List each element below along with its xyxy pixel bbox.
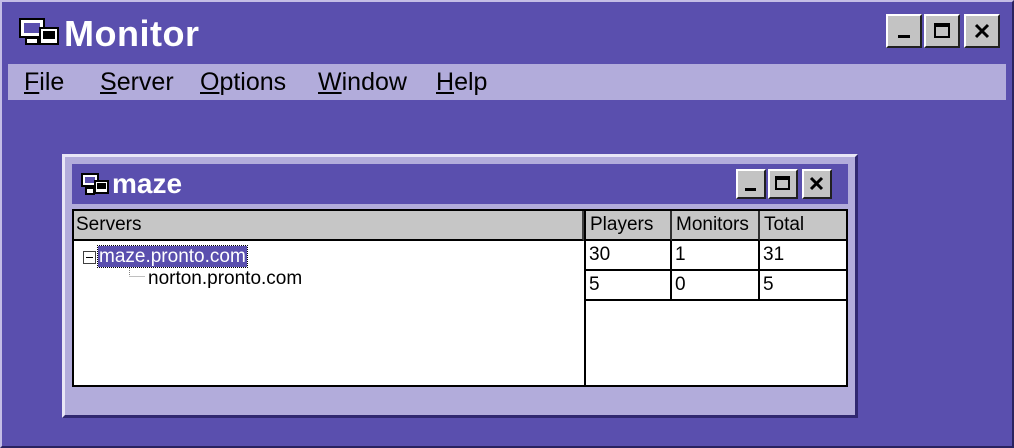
monitor-app-icon: [19, 18, 59, 45]
app-close-button[interactable]: [964, 14, 1000, 48]
servers-tree[interactable]: Servers maze.pronto.com norton.pronto.co…: [72, 209, 584, 385]
cell-total[interactable]: 31: [760, 241, 846, 271]
maximize-icon: [775, 176, 790, 190]
app-minimize-button[interactable]: [886, 14, 922, 48]
menu-server[interactable]: Server: [100, 66, 174, 98]
menu-bar: File Server Options Window Help: [8, 64, 1006, 100]
maximize-icon: [934, 23, 950, 38]
collapse-toggle-icon[interactable]: [83, 251, 96, 264]
minimize-icon: [898, 35, 910, 38]
cell-monitors[interactable]: 1: [672, 241, 760, 271]
app-title: Monitor: [64, 13, 200, 54]
tree-node-label: norton.pronto.com: [148, 268, 303, 289]
tree-node-norton[interactable]: norton.pronto.com: [148, 267, 302, 291]
menu-window[interactable]: Window: [318, 66, 407, 98]
panes-bottom-border: [72, 385, 848, 387]
cell-total[interactable]: 5: [760, 271, 846, 301]
close-icon: [974, 23, 990, 39]
column-header-players[interactable]: Players: [586, 211, 672, 241]
menu-file[interactable]: File: [24, 66, 64, 98]
app-maximize-button[interactable]: [924, 14, 960, 48]
cell-players[interactable]: 30: [586, 241, 672, 271]
maze-window: maze Servers maze.pronto.com norton.pron…: [62, 154, 858, 418]
monitor-app-window: Monitor File Server Options Window Help: [0, 0, 1014, 448]
maze-maximize-button[interactable]: [768, 169, 798, 199]
column-header-total[interactable]: Total: [760, 211, 846, 241]
server-window-icon: [81, 173, 109, 195]
stats-grid[interactable]: Players Monitors Total 30 1 31 5 0 5: [584, 209, 848, 385]
cell-players[interactable]: 5: [586, 271, 672, 301]
tree-connector-lines: [129, 268, 145, 277]
maze-close-button[interactable]: [802, 169, 832, 199]
menu-options[interactable]: Options: [200, 66, 286, 98]
close-icon: [809, 176, 824, 191]
maze-title-bar[interactable]: maze: [72, 164, 848, 204]
maze-minimize-button[interactable]: [736, 169, 766, 199]
maze-window-title: maze: [112, 168, 183, 199]
app-title-bar[interactable]: Monitor: [8, 8, 1006, 64]
minimize-icon: [745, 188, 756, 191]
cell-monitors[interactable]: 0: [672, 271, 760, 301]
menu-help[interactable]: Help: [436, 66, 487, 98]
column-header-monitors[interactable]: Monitors: [672, 211, 760, 241]
servers-column-header[interactable]: Servers: [74, 211, 584, 241]
